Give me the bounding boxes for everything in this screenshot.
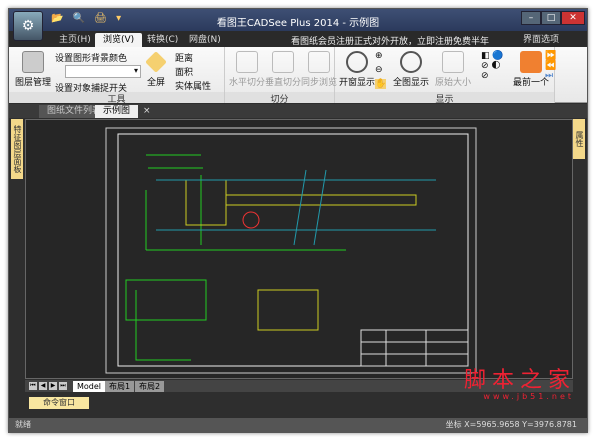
- status-ready: 就绪: [15, 420, 31, 429]
- last-layout-button[interactable]: ⏭: [59, 382, 67, 390]
- last-one-label: 最前一个: [513, 78, 550, 88]
- group-tools: 图层管理 设置图形背景颜色 设置对象捕捉开关 全屏 距离 面积 实体属性 工具: [9, 47, 225, 105]
- zoom-extents-icon: [400, 51, 422, 73]
- maximize-button[interactable]: □: [541, 11, 561, 25]
- red-marker: [242, 211, 260, 229]
- distance-button[interactable]: 距离: [175, 51, 193, 64]
- tab-convert[interactable]: 转换(C): [139, 33, 186, 47]
- layer-manager-label: 图层管理: [15, 78, 52, 88]
- tab-sample-drawing[interactable]: 示例图: [95, 105, 139, 118]
- window-title: 看图王CADSee Plus 2014 - 示例图: [216, 18, 380, 29]
- tab-browse[interactable]: 浏览(V): [95, 33, 143, 47]
- close-tab-icon[interactable]: ×: [135, 105, 159, 118]
- vertical-split-label: 垂直切分: [265, 78, 302, 88]
- tab-model[interactable]: Model: [73, 381, 106, 392]
- area-button[interactable]: 面积: [175, 65, 193, 78]
- tab-home[interactable]: 主页(H): [51, 33, 99, 47]
- fullscreen-label: 全屏: [146, 78, 165, 88]
- ribbon: 图层管理 设置图形背景颜色 设置对象捕捉开关 全屏 距离 面积 实体属性 工具 …: [9, 47, 587, 105]
- original-size-icon: [442, 51, 464, 73]
- pan-icon[interactable]: ✋: [375, 79, 387, 89]
- command-window-tab[interactable]: 命令窗口: [29, 397, 89, 409]
- nav-arrows-icon[interactable]: ⏩ ⏪ ⏭: [545, 51, 556, 81]
- original-size-label: 原始大小: [435, 78, 472, 88]
- split-v-icon: [272, 51, 294, 73]
- close-button[interactable]: ✕: [561, 11, 585, 25]
- horizontal-split-button[interactable]: 水平切分: [229, 51, 265, 88]
- horizontal-split-label: 水平切分: [229, 78, 266, 88]
- sync-browse-label: 同步浏览: [301, 78, 338, 88]
- ui-options-button[interactable]: 界面选项: [515, 33, 567, 47]
- vertical-split-button[interactable]: 垂直切分: [265, 51, 301, 88]
- document-tabs: 图纸文件列表 示例图 ×: [9, 104, 587, 118]
- right-panel-tab[interactable]: 属性: [573, 119, 585, 159]
- zoom-out-icon[interactable]: ⊖: [375, 65, 383, 75]
- title-bar: 📂 🔍 🖨 ▾ 看图王CADSee Plus 2014 - 示例图 – □ ✕: [9, 9, 587, 31]
- zoom-in-icon[interactable]: ⊕: [375, 51, 383, 61]
- status-bar: 就绪 坐标 X=5965.9658 Y=3976.8781: [9, 418, 587, 432]
- layer-combo[interactable]: [65, 65, 141, 78]
- entity-props-button[interactable]: 实体属性: [175, 79, 211, 92]
- promo-notice[interactable]: 看图纸会员注册正式对外开放，立即注册免费半年: [291, 34, 489, 47]
- watermark-url: www.jb51.net: [483, 392, 574, 401]
- cad-drawing: [105, 127, 477, 374]
- full-display-button[interactable]: 全图显示: [393, 51, 429, 88]
- arrow-left-icon: [520, 51, 542, 73]
- set-bg-color-button[interactable]: 设置图形背景颜色: [55, 51, 127, 64]
- sync-icon: [308, 51, 330, 73]
- layers-icon: [22, 51, 44, 73]
- ribbon-tabs: 主页(H) 浏览(V) 转换(C) 网盘(N) 看图纸会员注册正式对外开放，立即…: [9, 31, 587, 47]
- full-display-label: 全图显示: [393, 78, 430, 88]
- group-label-tools: 工具: [9, 92, 224, 105]
- fullscreen-button[interactable]: 全屏: [145, 51, 167, 88]
- left-panel-tab[interactable]: 特征图层面板: [11, 119, 23, 179]
- tab-layout2[interactable]: 布局2: [135, 381, 165, 392]
- group-label-display: 显示: [335, 92, 554, 105]
- original-size-button[interactable]: 原始大小: [435, 51, 471, 88]
- group-label-split: 切分: [225, 92, 334, 105]
- group-display: 开窗显示 ⊕ ⊖ ✋ 全图显示 原始大小 ◧ 🔵 ⊘ 🌓 ⊘ 最前一个 ⏩ ⏪ ⏭ 显示: [335, 47, 556, 105]
- title-block: [360, 329, 469, 367]
- window-zoom-label: 开窗显示: [339, 78, 376, 88]
- status-coords: 坐标 X=5965.9658 Y=3976.8781: [445, 420, 577, 429]
- minimize-button[interactable]: –: [521, 11, 541, 25]
- window-zoom-button[interactable]: 开窗显示: [339, 51, 375, 88]
- tab-layout1[interactable]: 布局1: [105, 381, 135, 392]
- green-geometry: [125, 154, 346, 361]
- next-layout-button[interactable]: ▶: [49, 382, 57, 390]
- layer-manager-button[interactable]: 图层管理: [15, 51, 51, 88]
- cyan-geometry: [156, 169, 436, 246]
- tab-cloud[interactable]: 网盘(N): [181, 33, 229, 47]
- zoom-window-icon: [346, 51, 368, 73]
- first-layout-button[interactable]: ⏮: [29, 382, 37, 390]
- fullscreen-icon: [145, 51, 167, 73]
- last-one-button[interactable]: 最前一个: [513, 51, 549, 88]
- split-h-icon: [236, 51, 258, 73]
- group-split: 水平切分 垂直切分 同步浏览 切分: [225, 47, 337, 105]
- drawing-canvas[interactable]: [25, 119, 573, 379]
- sync-browse-button[interactable]: 同步浏览: [301, 51, 337, 88]
- watermark-text: 脚本之家: [463, 368, 576, 393]
- app-menu-button[interactable]: ⚙: [13, 11, 43, 41]
- display-mode-icons[interactable]: ◧ 🔵 ⊘ 🌓 ⊘: [481, 51, 504, 81]
- prev-layout-button[interactable]: ◀: [39, 382, 47, 390]
